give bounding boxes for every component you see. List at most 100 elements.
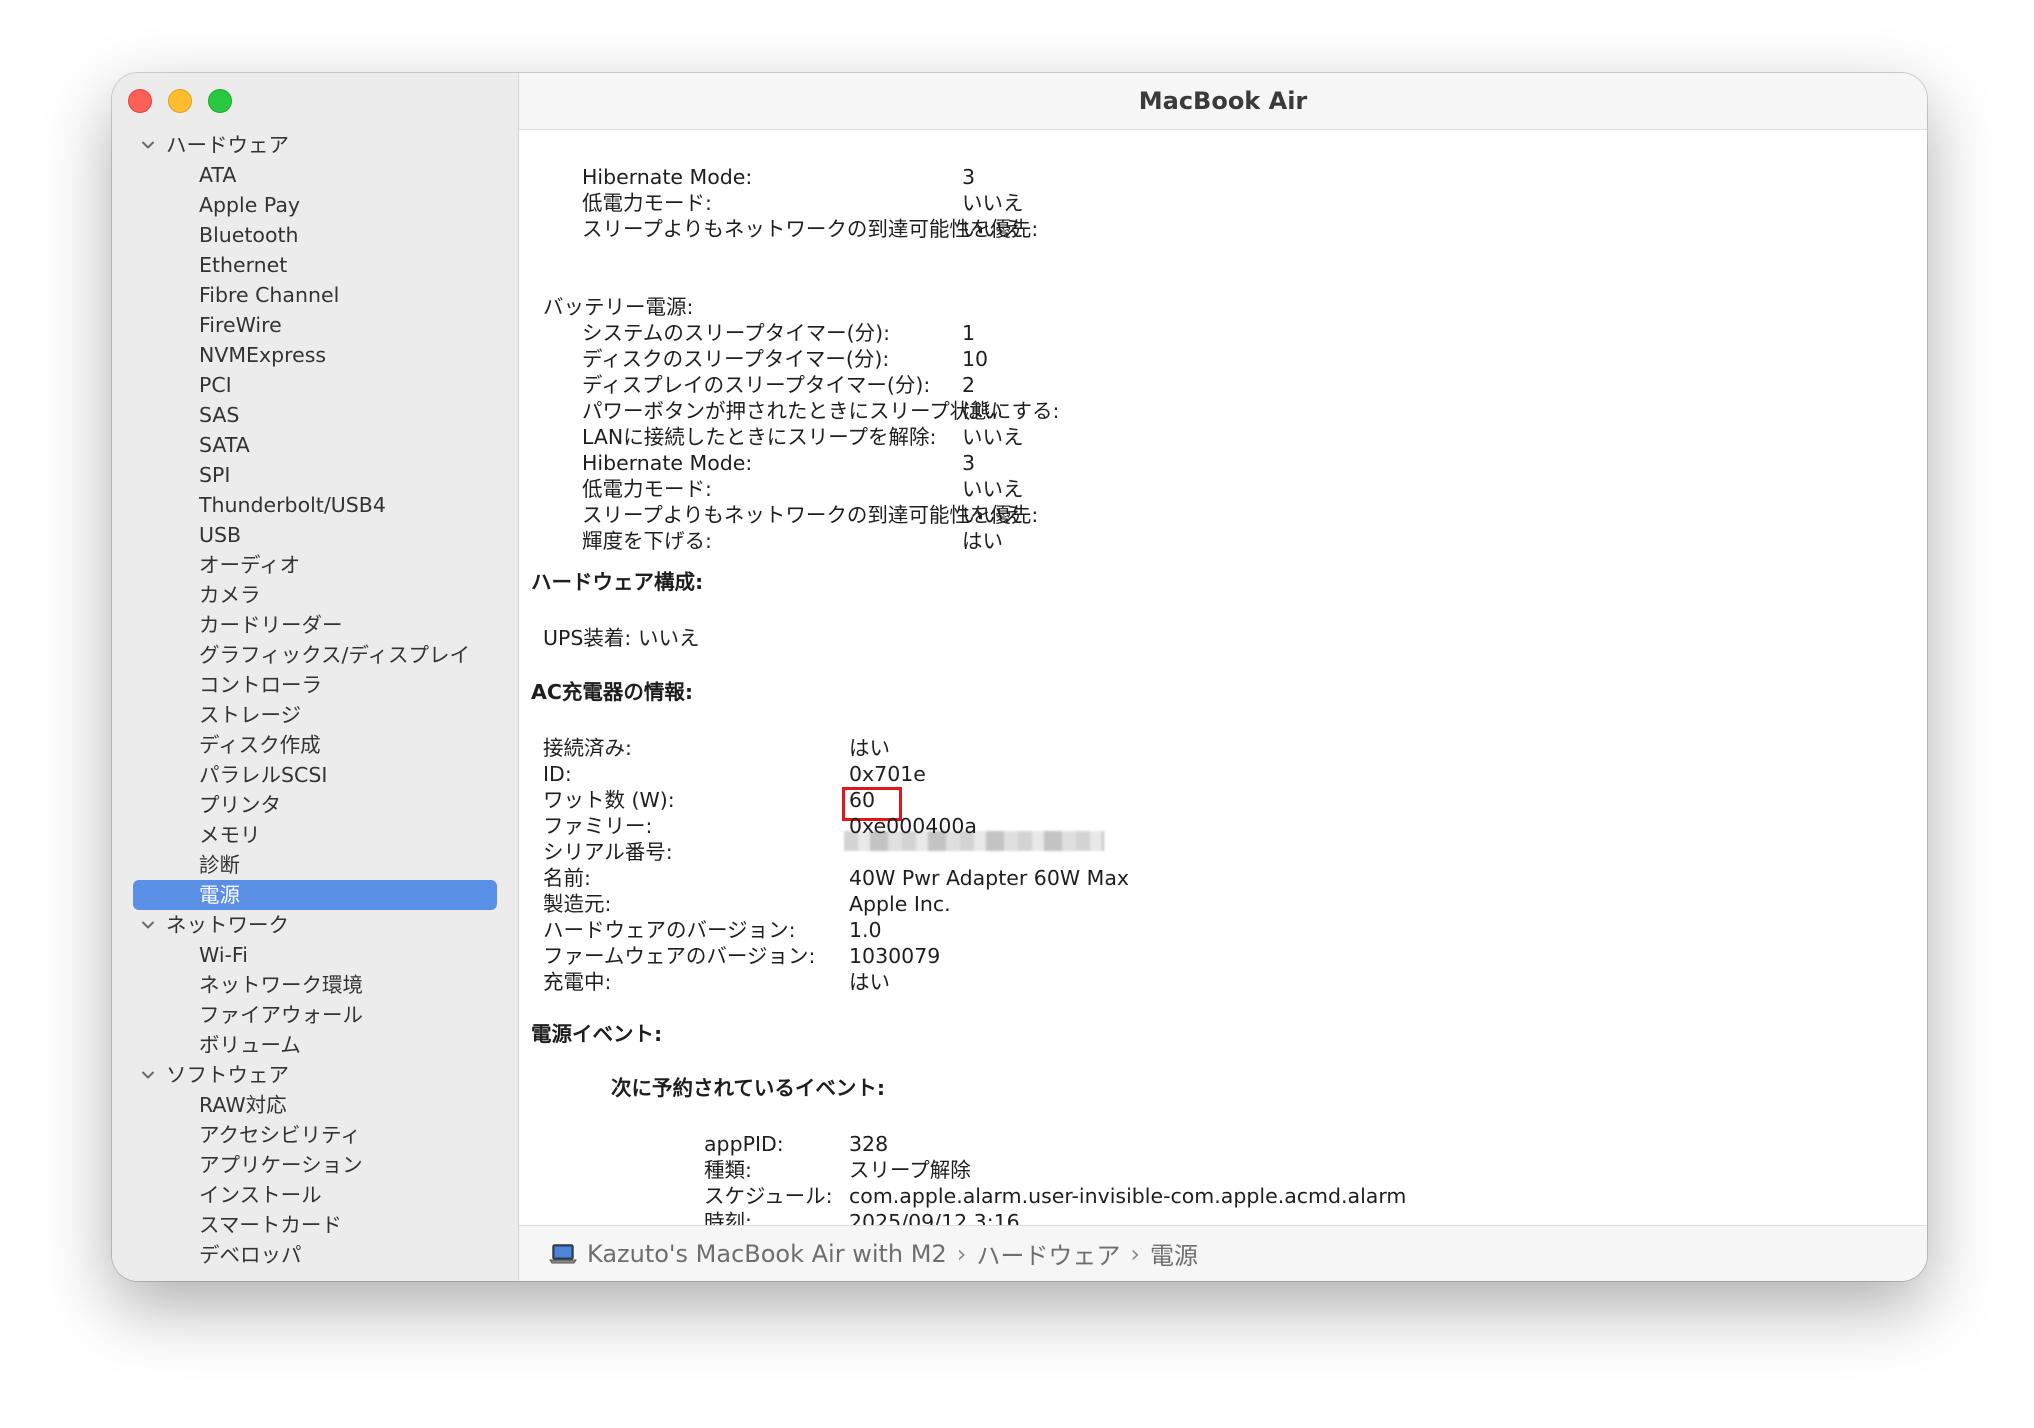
sidebar-item[interactable]: 診断	[112, 850, 518, 880]
sidebar-item[interactable]: アクセシビリティ	[112, 1120, 518, 1150]
sidebar-item[interactable]: SAS	[112, 400, 518, 430]
info-label: Hibernate Mode:	[582, 165, 753, 189]
sidebar-item-label: RAW対応	[199, 1093, 287, 1117]
sidebar-item[interactable]: FireWire	[112, 310, 518, 340]
sidebar-item[interactable]: ネットワーク環境	[112, 970, 518, 1000]
sidebar-item-label: SATA	[199, 433, 250, 457]
sidebar-group[interactable]: ソフトウェア	[112, 1060, 518, 1090]
info-label: appPID:	[704, 1132, 784, 1156]
path-page[interactable]: 電源	[1150, 1236, 1198, 1271]
info-value: いいえ	[962, 191, 1024, 215]
sidebar-item[interactable]: RAW対応	[112, 1090, 518, 1120]
laptop-icon	[549, 1243, 577, 1263]
sidebar-item[interactable]: ディスク作成	[112, 730, 518, 760]
info-value: 2	[962, 373, 976, 397]
sidebar-item-label: SPI	[199, 463, 231, 487]
power-events-header: 電源イベント:	[531, 1022, 663, 1046]
sidebar-item-label: アクセシビリティ	[199, 1123, 361, 1147]
sidebar-item-label: Apple Pay	[199, 193, 301, 217]
chevron-down-icon[interactable]	[138, 135, 158, 155]
info-label: LANに接続したときにスリープを解除:	[582, 425, 937, 449]
sidebar-item[interactable]: USB	[112, 520, 518, 550]
sidebar-item[interactable]: Apple Pay	[112, 190, 518, 220]
sidebar-item[interactable]: スマートカード	[112, 1210, 518, 1240]
sidebar-item-label: NVMExpress	[199, 343, 327, 367]
sidebar-group[interactable]: ネットワーク	[112, 910, 518, 940]
info-value: 1	[962, 321, 976, 345]
sidebar-item[interactable]: ATA	[112, 160, 518, 190]
info-value: 2025/09/12 3:16	[849, 1210, 1020, 1225]
info-label: 接続済み:	[543, 736, 632, 760]
path-device[interactable]: Kazuto's MacBook Air with M2	[587, 1240, 947, 1268]
sidebar-item[interactable]: カメラ	[112, 580, 518, 610]
close-button[interactable]	[128, 89, 152, 113]
info-label: ディスクのスリープタイマー(分):	[582, 347, 890, 371]
info-value: スリープ解除	[849, 1158, 971, 1182]
sidebar-item[interactable]: Ethernet	[112, 250, 518, 280]
sidebar-item-label: Ethernet	[199, 253, 288, 277]
sidebar-item-label: デベロッパ	[199, 1243, 302, 1267]
detail-pane[interactable]: Hibernate Mode: 3 低電力モード: いいえ スリープよりもネットワークの…	[519, 130, 1927, 1225]
sidebar-item-label: コントローラ	[199, 673, 322, 697]
sidebar-item[interactable]: Fibre Channel	[112, 280, 518, 310]
info-value: 60	[849, 788, 876, 812]
sidebar-item-label: グラフィックス/ディスプレイ	[199, 643, 470, 667]
info-label: ワット数 (W):	[543, 788, 675, 812]
sidebar-item-label: インストール	[199, 1183, 322, 1207]
sidebar-item[interactable]: ボリューム	[112, 1030, 518, 1060]
sidebar-item[interactable]: SPI	[112, 460, 518, 490]
sidebar-item-label: Thunderbolt/USB4	[199, 493, 386, 517]
sidebar-item[interactable]: Bluetooth	[112, 220, 518, 250]
info-label: ファミリー:	[543, 814, 653, 838]
path-section[interactable]: ハードウェア	[976, 1236, 1120, 1271]
chevron-down-icon[interactable]	[138, 1065, 158, 1085]
sidebar-group-label: ソフトウェア	[166, 1063, 289, 1087]
info-value: いいえ	[962, 425, 1024, 449]
sidebar-item[interactable]: NVMExpress	[112, 340, 518, 370]
sidebar-item-label: ネットワーク環境	[199, 973, 363, 997]
ups-label: UPS装着:	[543, 626, 632, 650]
sidebar-group[interactable]: ハードウェア	[112, 130, 518, 160]
sidebar-item-label: ファイアウォール	[199, 1003, 363, 1027]
sidebar-item[interactable]: パラレルSCSI	[112, 760, 518, 790]
sidebar-item[interactable]: プリンタ	[112, 790, 518, 820]
info-label: ハードウェアのバージョン:	[543, 918, 796, 942]
sidebar-item[interactable]: オーディオ	[112, 550, 518, 580]
sidebar-item[interactable]: グラフィックス/ディスプレイ	[112, 640, 518, 670]
ups-value: いいえ	[638, 626, 700, 650]
info-label: ディスプレイのスリープタイマー(分):	[582, 373, 931, 397]
info-label: Hibernate Mode:	[582, 451, 753, 475]
sidebar-item[interactable]: SATA	[112, 430, 518, 460]
info-value: はい	[849, 970, 890, 994]
sidebar-group-label: ネットワーク	[166, 913, 289, 937]
sidebar-item[interactable]: ストレージ	[112, 700, 518, 730]
sidebar-item[interactable]: デベロッパ	[112, 1240, 518, 1270]
info-value: 10	[962, 347, 989, 371]
info-label: 名前:	[543, 866, 591, 890]
info-label: シリアル番号:	[543, 840, 673, 864]
sidebar-item[interactable]: コントローラ	[112, 670, 518, 700]
sidebar-item[interactable]: PCI	[112, 370, 518, 400]
info-value: 1.0	[849, 918, 882, 942]
info-value: 328	[849, 1132, 889, 1156]
info-value: Apple Inc.	[849, 892, 951, 916]
chevron-down-icon[interactable]	[138, 915, 158, 935]
sidebar-item[interactable]: Thunderbolt/USB4	[112, 490, 518, 520]
sidebar-item[interactable]: メモリ	[112, 820, 518, 850]
sidebar-item[interactable]: 電源	[133, 880, 497, 910]
sidebar-item[interactable]: Wi-Fi	[112, 940, 518, 970]
sidebar-item[interactable]: インストール	[112, 1180, 518, 1210]
sidebar-item-label: プリンタ	[199, 793, 281, 817]
window-controls	[128, 89, 232, 113]
sidebar-item[interactable]: カードリーダー	[112, 610, 518, 640]
sidebar: ハードウェア ATA Apple Pay Bluetooth Ethernet Fibre…	[112, 73, 519, 1281]
zoom-button[interactable]	[208, 89, 232, 113]
sidebar-item-label: カメラ	[199, 583, 261, 607]
sidebar-item[interactable]: ファイアウォール	[112, 1000, 518, 1030]
minimize-button[interactable]	[168, 89, 192, 113]
info-value: 3	[962, 165, 976, 189]
info-label: 充電中:	[543, 970, 612, 994]
sidebar-item[interactable]: アプリケーション	[112, 1150, 518, 1180]
sidebar-item-label: ATA	[199, 163, 237, 187]
info-label: 輝度を下げる:	[582, 529, 712, 553]
